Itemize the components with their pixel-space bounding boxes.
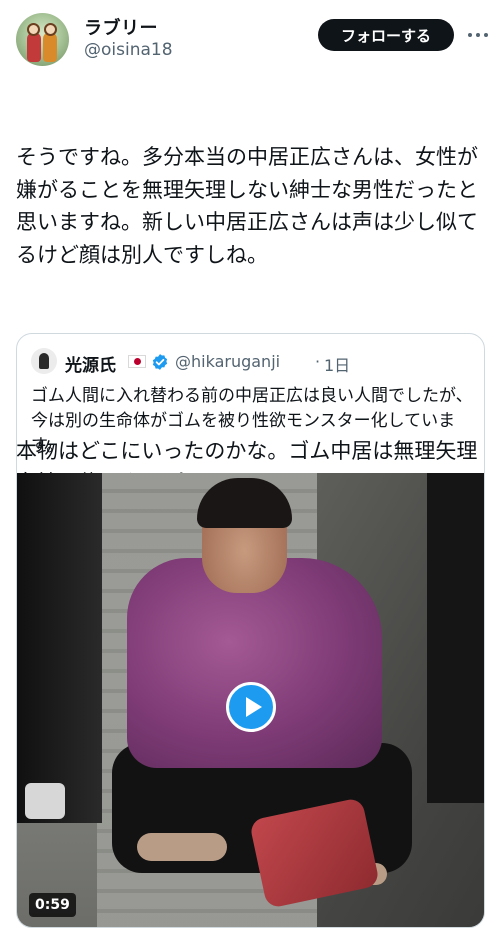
more-dot <box>476 33 480 37</box>
thumbnail-sandal <box>137 833 227 861</box>
more-dot <box>484 33 488 37</box>
thumbnail-bystander-right <box>427 473 484 803</box>
more-icon[interactable] <box>468 27 488 43</box>
author-display-name[interactable]: ラブリー <box>84 14 158 40</box>
more-dot <box>468 33 472 37</box>
play-button[interactable] <box>226 682 276 732</box>
quoted-author-avatar <box>31 348 57 374</box>
doll-head <box>44 23 57 36</box>
doll-head <box>27 23 40 36</box>
thumbnail-shoe <box>25 783 65 819</box>
quoted-timestamp[interactable]: 1日 <box>324 352 350 376</box>
quoted-author-name: 光源氏 <box>65 356 116 376</box>
doll-figure <box>43 32 57 62</box>
quoted-author-handle: @hikaruganji <box>175 352 281 371</box>
tweet-paragraph: そうですね。多分本当の中居正広さんは、女性が嫌がることを無理矢理しない紳士な男性… <box>16 145 478 267</box>
japan-flag-icon <box>128 355 146 368</box>
follow-button[interactable]: フォローする <box>318 19 454 51</box>
author-handle[interactable]: @oisina18 <box>84 40 173 60</box>
doll-figure <box>27 32 41 62</box>
video-duration: 0:59 <box>29 893 76 917</box>
verified-badge-icon <box>152 354 168 370</box>
quoted-tweet-text: ゴム人間に入れ替わる前の中居正広は良い人間でしたが、今は別の生命体がゴムを被り性… <box>31 386 473 456</box>
video-thumbnail[interactable]: 0:59 <box>17 473 484 927</box>
thumbnail-bystander-left <box>17 473 102 823</box>
tweet-header: ラブリー @oisina18 フォローする <box>0 0 500 72</box>
play-icon <box>245 697 262 717</box>
author-avatar[interactable] <box>16 13 69 66</box>
meta-separator: · <box>315 352 321 371</box>
quoted-tweet-card[interactable]: 光源氏 @hikaruganji · 1日 ゴム人間に入れ替わる前の中居正広は良… <box>16 333 485 928</box>
